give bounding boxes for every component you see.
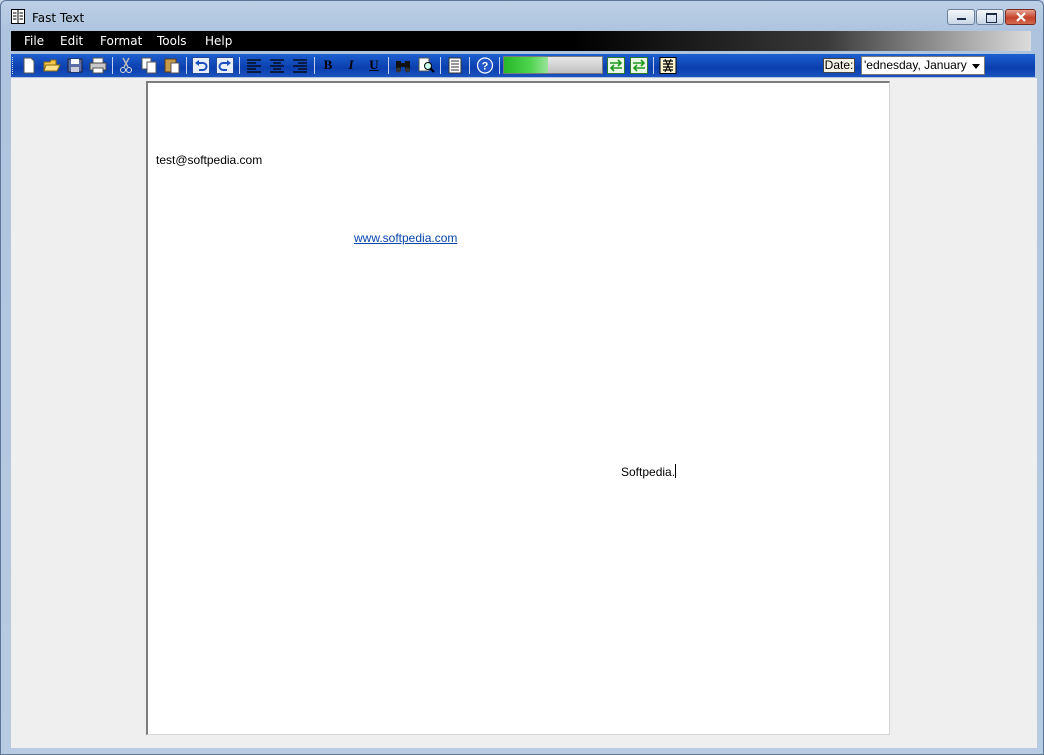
open-folder-icon[interactable] (43, 57, 61, 74)
toolbar-separator (239, 57, 240, 74)
date-picker[interactable]: 'ednesday, January (861, 56, 985, 75)
align-right-icon[interactable] (291, 57, 309, 74)
print-icon[interactable] (89, 57, 107, 74)
underline-button[interactable]: U (365, 56, 383, 74)
svg-text:?: ? (482, 61, 489, 73)
italic-button[interactable]: I (342, 56, 360, 74)
date-label: Date: (823, 58, 855, 73)
body-text-content: Softpedia. (621, 465, 676, 479)
book-icon (11, 9, 25, 24)
text-caret (675, 464, 677, 478)
dropdown-arrow-icon[interactable] (972, 64, 980, 69)
toolbar-separator (186, 57, 187, 74)
text-tool-icon[interactable] (659, 57, 677, 74)
email-text: test@softpedia.com (156, 153, 263, 167)
find-replace-icon[interactable] (417, 57, 435, 74)
toolbar-grip[interactable] (12, 57, 16, 74)
toolbar-separator (314, 57, 315, 74)
progress-bar (503, 56, 603, 74)
align-left-icon[interactable] (245, 57, 263, 74)
close-button[interactable] (1005, 9, 1036, 25)
cut-icon[interactable] (117, 57, 135, 74)
convert-icon[interactable] (607, 57, 625, 74)
menu-bar: File Edit Format Tools Help (11, 31, 1031, 51)
maximize-button[interactable] (976, 9, 1004, 25)
toolbar: B I U ? Date: 'ednesday, January (11, 54, 1035, 77)
new-file-icon[interactable] (20, 57, 38, 74)
body-text: Softpedia. (621, 464, 677, 479)
date-value: 'ednesday, January (864, 58, 967, 72)
website-link[interactable]: www.softpedia.com (354, 231, 457, 245)
menu-help[interactable]: Help (205, 34, 232, 48)
close-icon (1016, 12, 1026, 22)
toolbar-separator (112, 57, 113, 74)
menu-file[interactable]: File (24, 34, 44, 48)
minimize-button[interactable] (947, 9, 975, 25)
window-title: Fast Text (32, 11, 85, 25)
toolbar-separator (499, 57, 500, 74)
toolbar-separator (653, 57, 654, 74)
align-center-icon[interactable] (268, 57, 286, 74)
minimize-icon (957, 18, 966, 20)
toolbar-separator (388, 57, 389, 74)
convert-icon[interactable] (630, 57, 648, 74)
maximize-icon (986, 13, 997, 23)
document-editor[interactable]: test@softpedia.com www.softpedia.com Sof… (146, 81, 890, 735)
app-window: Fast Text File Edit Format Tools Help B … (0, 0, 1044, 755)
progress-fill (504, 57, 549, 73)
undo-icon[interactable] (192, 57, 210, 74)
redo-icon[interactable] (216, 57, 234, 74)
toolbar-separator (469, 57, 470, 74)
workspace: test@softpedia.com www.softpedia.com Sof… (11, 78, 1037, 748)
menu-edit[interactable]: Edit (60, 34, 83, 48)
binoculars-icon[interactable] (394, 57, 412, 74)
title-bar[interactable]: Fast Text (1, 1, 1043, 31)
notes-icon[interactable] (446, 57, 464, 74)
bold-button[interactable]: B (319, 56, 337, 74)
menu-tools[interactable]: Tools (157, 34, 187, 48)
paste-icon[interactable] (163, 57, 181, 74)
copy-icon[interactable] (140, 57, 158, 74)
help-icon[interactable]: ? (476, 57, 494, 74)
menu-format[interactable]: Format (100, 34, 142, 48)
save-icon[interactable] (66, 57, 84, 74)
toolbar-separator (440, 57, 441, 74)
